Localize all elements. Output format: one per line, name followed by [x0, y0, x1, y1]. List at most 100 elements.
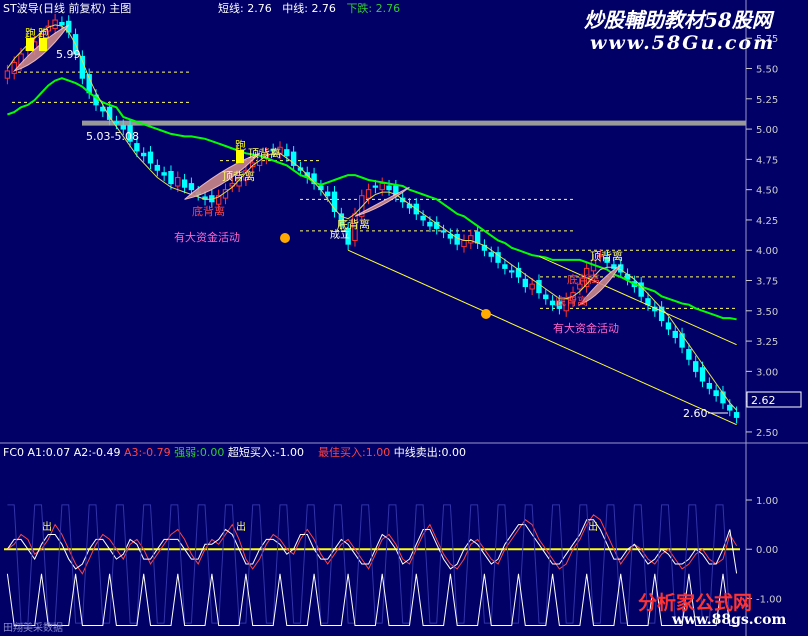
- candle-body: [154, 164, 161, 171]
- candle-body: [474, 231, 481, 244]
- price-tick-label: 3.50: [756, 307, 778, 318]
- watermark-bottom: 分析家公式网: [638, 592, 753, 614]
- candle-body: [147, 151, 154, 164]
- down-line-label: 下跌:: [346, 2, 373, 15]
- ultra-buy-value: -1.00: [275, 446, 305, 459]
- a2-label: A2:: [73, 446, 92, 459]
- top-divergence-label: 顶背离: [590, 249, 623, 263]
- candle-body: [365, 189, 372, 199]
- strength-label: 强弱:: [174, 446, 200, 459]
- bottom-divergence-label: 底背离: [337, 217, 370, 231]
- candle-body: [658, 306, 665, 321]
- candle-body: [536, 280, 542, 294]
- candle-body: [488, 252, 494, 257]
- indicator-tick-label: 1.00: [756, 496, 778, 507]
- candle-body: [168, 170, 174, 185]
- candle-body: [727, 404, 733, 411]
- indicator-readout: 短线: 2.76 中线: 2.76 下跌: 2.76: [218, 2, 400, 15]
- candle-body: [372, 185, 379, 188]
- candle-body: [509, 270, 515, 273]
- price-tick-label: 5.50: [756, 65, 778, 76]
- coin-icon: [280, 233, 290, 243]
- candle-body: [4, 70, 11, 79]
- sub-panel-name: FC0: [3, 446, 25, 459]
- candle-body: [386, 185, 392, 191]
- low-value-label: 2.60: [683, 407, 708, 420]
- mid-sell-value: 0.00: [441, 446, 467, 459]
- candle-body: [733, 412, 740, 418]
- mid-sell-label: 中线卖出:: [393, 446, 442, 459]
- candle-body: [181, 179, 188, 188]
- candle-body: [693, 361, 699, 372]
- fund-activity-label: 有大资金活动: [553, 321, 619, 335]
- down-line-value: 2.76: [375, 2, 401, 15]
- short-line-value: 2.76: [247, 2, 272, 15]
- candle-body: [59, 21, 65, 26]
- range-label: 5.03-5.08: [86, 130, 139, 143]
- a1-value: 0.07: [45, 446, 71, 459]
- candle-body: [468, 235, 474, 244]
- candle-body: [454, 233, 460, 245]
- sell-signal-label: 出: [236, 520, 246, 533]
- price-tick-label: 4.00: [756, 246, 778, 257]
- chart-title: ST波导(日线 前复权) 主图: [3, 2, 132, 15]
- indicator-tick-label: -1.00: [756, 594, 782, 605]
- last-price-label: 2.62: [751, 394, 776, 407]
- candle-body: [440, 230, 447, 233]
- sell-signal-label: 出: [42, 520, 52, 533]
- candle-body: [120, 124, 126, 130]
- mid-line-value: 2.76: [311, 2, 336, 15]
- run-signal-label: 跑: [25, 26, 36, 40]
- short-line-label: 短线:: [218, 2, 244, 15]
- candle-body: [447, 233, 454, 239]
- candle-body: [325, 191, 331, 197]
- candle-body: [52, 19, 58, 30]
- a3-label: A3:: [123, 446, 143, 459]
- candle-body: [543, 294, 549, 300]
- bottom-divergence-label: 底背离: [192, 204, 225, 218]
- coin-icon: [481, 309, 491, 319]
- bottom-divergence-label: 底背离: [567, 272, 600, 286]
- sell-signal-label: 出: [588, 520, 598, 533]
- top-divergence-label: 顶背离: [248, 146, 281, 160]
- candle-body: [284, 149, 290, 157]
- sub-indicator-readout: FC0 A1:0.07 A2:-0.49 A3:-0.79 强弱:0.00 超短…: [3, 446, 466, 459]
- price-tick-label: 5.25: [756, 95, 778, 106]
- a3-value: -0.79: [142, 446, 171, 459]
- run-signal-label: 跑: [235, 138, 246, 152]
- candle-body: [113, 121, 120, 124]
- indicator-tick-label: 0.00: [756, 545, 778, 556]
- price-tick-label: 3.75: [756, 277, 778, 288]
- mid-line-label: 中线:: [282, 2, 308, 15]
- watermark-bottom-url: www.88gs.com: [672, 612, 787, 628]
- candle-body: [141, 152, 147, 157]
- candle-body: [699, 367, 706, 382]
- candle-body: [522, 278, 529, 288]
- fund-activity-label: 有大资金活动: [174, 230, 240, 244]
- candle-body: [713, 390, 719, 397]
- price-tick-label: 4.25: [756, 216, 778, 227]
- strength-value: 0.00: [199, 446, 225, 459]
- a1-label: A1:: [27, 446, 46, 459]
- candle-body: [134, 143, 140, 152]
- candle-body: [420, 215, 426, 221]
- candle-body: [427, 221, 433, 227]
- resistance-band: [82, 120, 746, 126]
- price-tick-label: 2.50: [756, 428, 778, 439]
- candle-body: [79, 55, 86, 79]
- run-signal-label: 跑: [38, 26, 49, 40]
- candle-body: [686, 349, 692, 360]
- ultra-buy-label: 超短买入:: [227, 446, 276, 459]
- watermark-top: 炒股輔助教材58股网: [584, 8, 772, 32]
- high-value-label: 5.99: [56, 48, 81, 61]
- candle-body: [529, 283, 535, 290]
- candle-body: [645, 298, 651, 306]
- bottom-divergence-label: 底背离: [555, 294, 588, 308]
- candle-body: [706, 382, 713, 389]
- candle-body: [379, 183, 385, 191]
- candle-body: [11, 61, 17, 74]
- price-tick-label: 3.25: [756, 337, 778, 348]
- candle-body: [461, 240, 467, 248]
- top-divergence-label: 顶背离: [222, 169, 255, 183]
- footer-tag: 田翔美采数据: [3, 623, 63, 634]
